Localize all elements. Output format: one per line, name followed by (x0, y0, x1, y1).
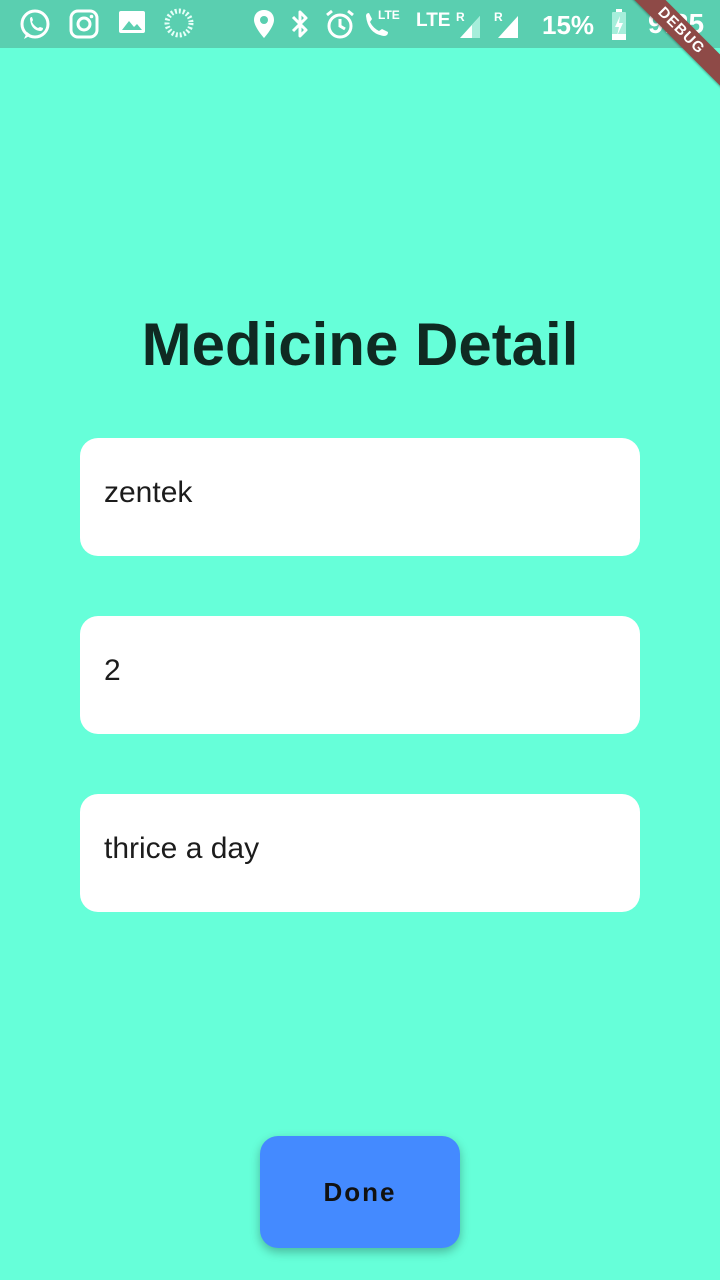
frequency-field[interactable]: thrice a day (80, 794, 640, 912)
location-icon (254, 10, 274, 38)
whatsapp-icon (20, 9, 50, 39)
network-label: LTE (378, 8, 400, 22)
page-title: Medicine Detail (141, 311, 579, 378)
dosage-field[interactable]: 2 (80, 616, 640, 734)
instagram-icon (69, 9, 99, 39)
alarm-icon (326, 9, 354, 39)
bluetooth-icon (291, 10, 308, 38)
signal-icon (498, 16, 518, 38)
status-bar: LTE LTE R R 15% 9:25 (0, 0, 720, 48)
signal-icon (460, 16, 480, 38)
network-label: LTE (416, 10, 451, 31)
battery-percent: 15% (542, 10, 595, 40)
medicine-name-value: zentek (104, 476, 193, 509)
dosage-value: 2 (104, 654, 121, 687)
medicine-name-field[interactable]: zentek (80, 438, 640, 556)
battery-charging-icon (612, 9, 626, 40)
frequency-value: thrice a day (104, 832, 260, 865)
done-button[interactable]: Done (260, 1136, 460, 1248)
gallery-icon (119, 11, 145, 33)
loading-icon (164, 8, 194, 38)
